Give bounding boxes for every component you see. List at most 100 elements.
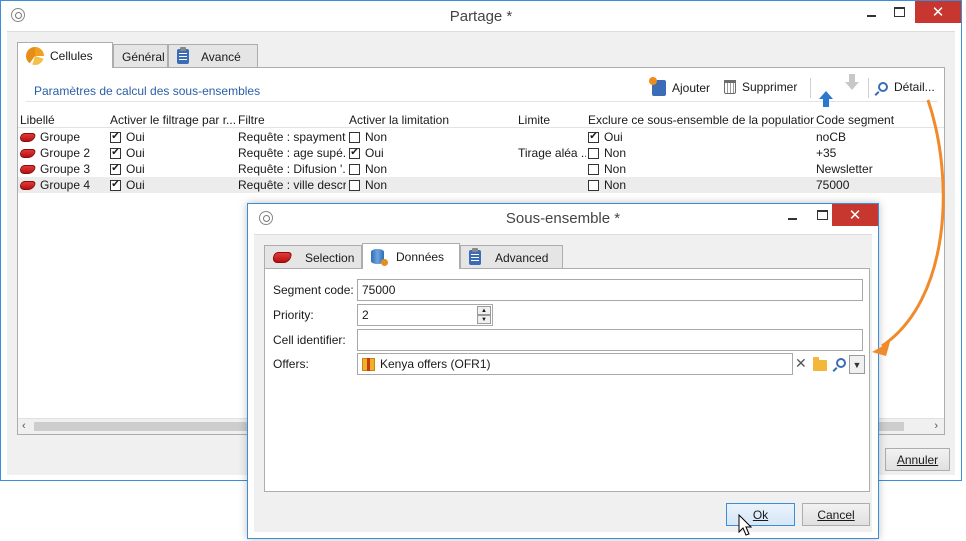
priority-up-button[interactable]: ▲ [477,306,491,315]
ok-button-label: Ok [752,507,769,522]
cell-identifier-label: Cell identifier: [273,333,346,347]
col-limite[interactable]: Limite [518,112,586,128]
offers-search-icon[interactable] [836,358,846,368]
annuler-button[interactable]: Annuler [885,448,950,471]
section-title: Paramètres de calcul des sous-ensembles [34,84,261,98]
col-exclure[interactable]: Exclure ce sous-ensemble de la populatio… [588,112,814,128]
col-filtrage[interactable]: Activer le filtrage par r... [110,112,236,128]
folder-icon[interactable] [813,357,827,371]
scroll-right-arrow[interactable]: › [934,420,938,432]
segment-icon [20,180,37,190]
tab-cellules[interactable]: Cellules [17,42,113,68]
cell-text: Oui [126,130,145,144]
cell-text: Requête : Difusion '... [238,162,346,176]
table-row[interactable]: Groupe 2 ✔ Oui Requête : age supé... ✔ Oui Tir… [18,145,944,161]
dialog-titlebar[interactable]: Sous-ensemble * ✕ [248,204,878,234]
table-row[interactable]: Groupe ✔ Oui Requête : spayment... Non ✔ Oui no… [18,129,944,145]
table-cell-code: 75000 [816,177,936,193]
checkbox[interactable]: ✔ [588,131,599,143]
move-down-button[interactable] [845,72,859,93]
detail-button[interactable]: Détail... [878,80,935,94]
segment-code-label: Segment code: [273,283,354,297]
cell-text: Groupe 2 [40,146,91,160]
cell-text: Newsletter [816,162,873,176]
delete-button[interactable]: Supprimer [724,80,797,94]
offers-value: Kenya offers (OFR1) [380,357,491,371]
tab-donnees[interactable]: Données [362,243,460,269]
checkbox[interactable]: ✔ [110,147,121,159]
cell-text: noCB [816,130,847,144]
priority-label: Priority: [273,308,314,322]
maximize-button[interactable] [885,1,913,23]
sous-ensemble-dialog: Sous-ensemble * ✕ Selection Données Adva… [247,203,879,539]
checkbox[interactable]: ✔ [110,163,121,175]
table-cell-limit [518,129,586,145]
col-libelle[interactable]: Libellé [20,112,108,128]
col-filtre[interactable]: Filtre [238,112,346,128]
gift-icon [362,357,375,371]
toolbar-divider-2 [868,78,869,98]
cell-text: Oui [126,178,145,192]
main-titlebar[interactable]: Partage * ✕ [1,1,961,31]
segment-code-input[interactable]: 75000 [357,279,863,301]
cell-identifier-input[interactable] [357,329,863,351]
tab-general[interactable]: Général [113,44,168,68]
tab-selection[interactable]: Selection [264,245,362,269]
tab-advanced[interactable]: Advanced [460,245,563,269]
offers-field[interactable]: Kenya offers (OFR1) [357,353,793,375]
table-cell-code: Newsletter [816,161,936,177]
segment-code-value: 75000 [362,283,396,297]
table-row[interactable]: Groupe 4 ✔ Oui Requête : ville descr... Non N… [18,177,944,193]
priority-stepper[interactable]: 2 ▲ ▼ [357,304,493,326]
dialog-close-button[interactable]: ✕ [832,204,878,226]
table-cell-limit [518,161,586,177]
move-up-button[interactable] [819,88,833,107]
close-button[interactable]: ✕ [915,1,961,23]
segment-icon [271,252,293,263]
tab-selection-label: Selection [305,250,355,265]
checkbox[interactable] [588,179,599,191]
table-cell-exclude: Non [588,145,814,161]
offers-dropdown-button[interactable]: ▼ [849,355,865,374]
col-limitation[interactable]: Activer la limitation [349,112,515,128]
offers-label: Offers: [273,357,309,371]
col-code[interactable]: Code segment [816,112,936,128]
tab-avance[interactable]: Avancé [168,44,258,68]
add-button[interactable]: Ajouter [649,77,711,96]
checkbox[interactable]: ✔ [110,131,121,143]
table-cell-code: +35 [816,145,936,161]
tab-advanced-label: Advanced [495,250,549,265]
add-button-label: Ajouter [672,81,711,95]
cell-text: Requête : age supé... [238,146,346,160]
cell-text: +35 [816,146,837,160]
checkbox[interactable]: ✔ [349,147,360,159]
ok-button[interactable]: Ok [726,503,795,526]
table-cell-filter: Requête : spayment... [238,129,346,145]
segment-icon [20,148,37,158]
minimize-button[interactable] [857,1,885,23]
cancel-button[interactable]: Cancel [802,503,870,526]
table-cell-label: Groupe 2 [20,145,108,161]
add-icon [649,77,666,96]
table-row[interactable]: Groupe 3 ✔ Oui Requête : Difusion '... Non No… [18,161,944,177]
scroll-left-arrow[interactable]: ‹ [22,420,26,432]
table-cell-exclude: Non [588,177,814,193]
checkbox[interactable]: ✔ [110,179,121,191]
table-cell-filter: Requête : age supé... [238,145,346,161]
annuler-button-label: Annuler [896,452,939,467]
checkbox[interactable] [349,179,360,191]
donnees-panel: Segment code: 75000 Priority: 2 ▲ ▼ Cell… [264,268,870,492]
cell-text: Requête : ville descr... [238,178,346,192]
priority-value: 2 [362,308,369,322]
checkbox[interactable] [588,147,599,159]
table-cell-limit-on: Non [349,161,515,177]
checkbox[interactable] [588,163,599,175]
priority-down-button[interactable]: ▼ [477,315,491,324]
checkbox[interactable] [349,163,360,175]
table-cell-exclude: Non [588,161,814,177]
checkbox[interactable] [349,131,360,143]
dialog-minimize-button[interactable] [778,204,806,226]
clear-x-icon[interactable]: ✕ [795,355,807,372]
table-cell-limit: Tirage aléa ... [518,145,586,161]
table-cell-filter-on: ✔ Oui [110,129,236,145]
